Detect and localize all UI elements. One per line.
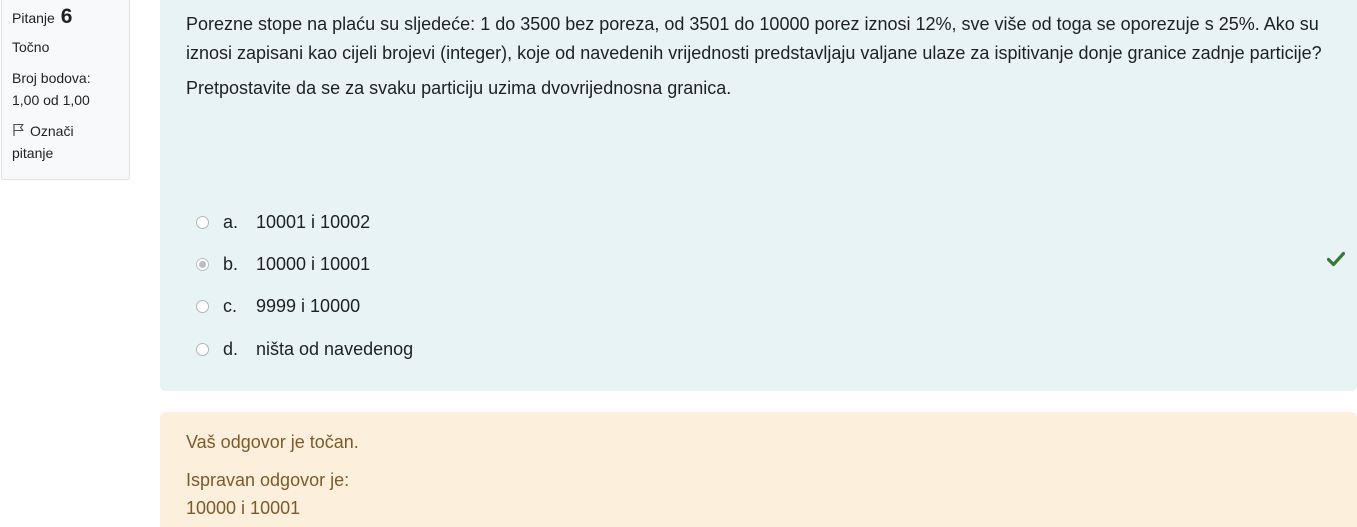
flag-icon	[12, 121, 26, 136]
correct-answer-label: Ispravan odgovor je:	[186, 470, 350, 490]
question-text-paragraph-1: Porezne stope na plaću su sljedeće: 1 do…	[186, 14, 1322, 63]
question-label: Pitanje	[12, 10, 55, 26]
answer-b-text: 10000 i 10001	[256, 254, 371, 275]
answer-c-text: 9999 i 10000	[256, 296, 361, 317]
feedback-panel: Vaš odgovor je točan. Ispravan odgovor j…	[160, 412, 1357, 527]
correct-answer-value: 10000 i 10001	[186, 498, 301, 518]
question-text: Porezne stope na plaću su sljedeće: 1 do…	[186, 10, 1337, 103]
grade-label: Broj bodova:	[12, 70, 91, 86]
answer-list: a. 10001 i 10002 b. 10000 i 10001 c. 999…	[196, 201, 413, 371]
correct-answer-block: Ispravan odgovor je: 10000 i 10001	[186, 466, 1331, 522]
check-icon	[1326, 247, 1346, 267]
question-state: Točno	[12, 39, 50, 55]
answer-b-radio[interactable]	[196, 258, 209, 272]
question-grade: Broj bodova: 1,00 od 1,00	[12, 67, 119, 111]
answer-a-letter: a.	[223, 211, 239, 232]
answer-d-text: ništa od navedenog	[256, 338, 414, 359]
answer-option-d[interactable]: d. ništa od navedenog	[196, 328, 413, 370]
question-number: 6	[60, 5, 73, 28]
question-info-panel: Pitanje 6 Točno Broj bodova: 1,00 od 1,0…	[1, 0, 130, 180]
answer-a-radio[interactable]	[196, 215, 209, 229]
answer-option-c[interactable]: c. 9999 i 10000	[196, 286, 413, 328]
flag-label-line2: pitanje	[12, 145, 54, 161]
answer-d-radio[interactable]	[196, 342, 209, 356]
flag-question-link[interactable]: Označi pitanje	[12, 120, 119, 164]
question-text-paragraph-2: Pretpostavite da se za svaku particiju u…	[186, 78, 732, 98]
flag-label-line1: Označi	[30, 123, 74, 139]
question-number-line: Pitanje 6	[12, 6, 119, 29]
answer-b-letter: b.	[223, 254, 239, 275]
answer-c-radio[interactable]	[196, 300, 209, 314]
question-formulation: Porezne stope na plaću su sljedeće: 1 do…	[160, 0, 1357, 391]
answer-d-letter: d.	[223, 338, 239, 359]
answer-option-b[interactable]: b. 10000 i 10001	[196, 243, 413, 285]
answer-option-a[interactable]: a. 10001 i 10002	[196, 201, 413, 243]
grade-value: 1,00 od 1,00	[12, 92, 90, 108]
answer-c-letter: c.	[223, 296, 238, 317]
feedback-result: Vaš odgovor je točan.	[186, 432, 359, 452]
answer-a-text: 10001 i 10002	[256, 211, 371, 232]
